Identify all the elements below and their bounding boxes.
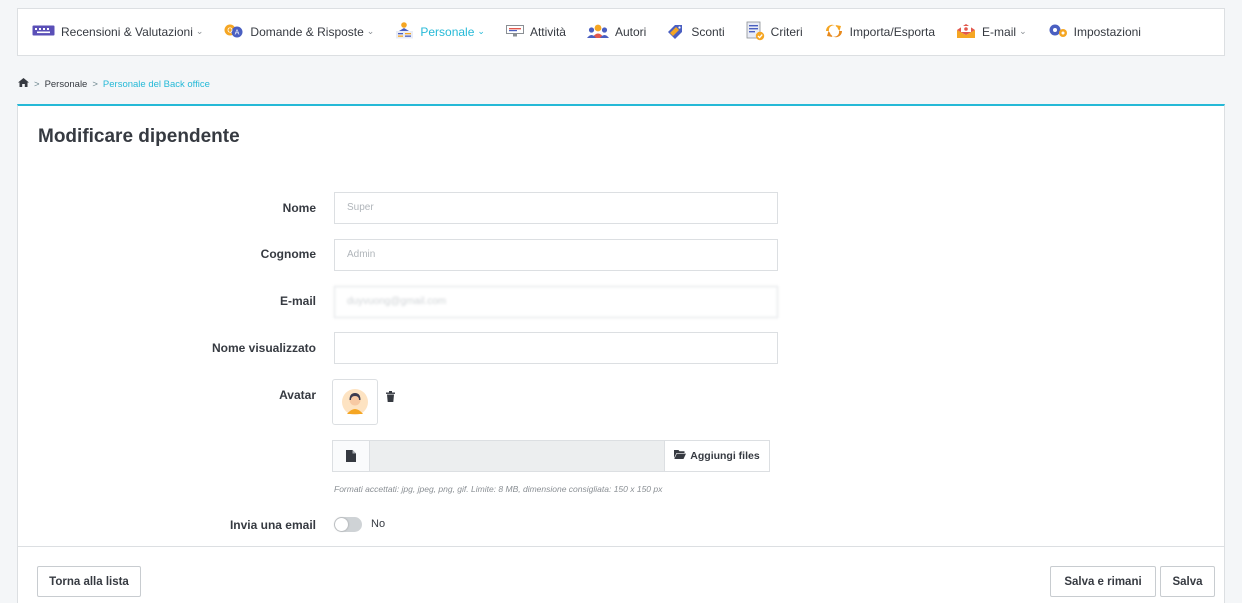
nav-label: Recensioni & Valutazioni bbox=[61, 25, 193, 39]
breadcrumb-separator: > bbox=[34, 78, 40, 90]
chevron-down-icon: ⌄ bbox=[477, 25, 485, 36]
breadcrumb: > Personale > Personale del Back office bbox=[18, 78, 210, 90]
chevron-down-icon: ⌄ bbox=[1019, 25, 1027, 36]
send-email-label: Invia una email bbox=[229, 518, 316, 532]
file-help-text: Formati accettati: jpg, jpeg, png, gif. … bbox=[334, 484, 663, 494]
nav-item-authors[interactable]: Autori bbox=[586, 24, 647, 41]
nav-label: Sconti bbox=[691, 25, 725, 39]
nav-item-email[interactable]: E-mail ⌄ bbox=[956, 23, 1027, 42]
send-email-toggle[interactable] bbox=[334, 517, 362, 532]
chevron-down-icon: ⌄ bbox=[366, 25, 375, 36]
nav-label: Importa/Esporta bbox=[849, 25, 936, 39]
nav-item-activity[interactable]: Attività bbox=[505, 24, 566, 40]
panel-footer-divider bbox=[18, 546, 1224, 547]
back-to-list-button[interactable]: Torna alla lista bbox=[37, 566, 141, 597]
edit-employee-panel: Modificare dipendente Nome Super Cognome… bbox=[17, 104, 1225, 603]
first-name-label: Nome bbox=[282, 201, 316, 215]
nav-label: Domande & Risposte bbox=[250, 25, 364, 39]
nav-item-staff[interactable]: Personale ⌄ bbox=[395, 22, 485, 42]
email-label: E-mail bbox=[279, 294, 316, 308]
add-files-button[interactable]: Aggiungi files bbox=[664, 441, 769, 471]
email-icon bbox=[956, 23, 976, 42]
delete-avatar-icon[interactable] bbox=[386, 391, 395, 405]
first-name-input[interactable]: Super bbox=[334, 192, 778, 224]
nav-item-import-export[interactable]: Importa/Esporta bbox=[824, 24, 935, 41]
nav-item-reviews[interactable]: Recensioni & Valutazioni ⌄ bbox=[32, 25, 203, 39]
settings-icon bbox=[1048, 23, 1068, 41]
last-name-input[interactable]: Admin bbox=[334, 239, 778, 271]
nav-item-settings[interactable]: Impostazioni bbox=[1048, 23, 1141, 41]
nav-label: Attività bbox=[529, 25, 566, 39]
folder-open-icon bbox=[674, 450, 687, 462]
file-name-field[interactable] bbox=[370, 441, 664, 471]
display-name-label: Nome visualizzato bbox=[211, 341, 316, 355]
nav-label: Impostazioni bbox=[1073, 25, 1141, 39]
last-name-label: Cognome bbox=[260, 247, 316, 261]
breadcrumb-link-staff[interactable]: Personale bbox=[45, 79, 88, 90]
display-name-input[interactable] bbox=[334, 332, 778, 364]
save-button[interactable]: Salva bbox=[1160, 566, 1215, 597]
nav-label: E-mail bbox=[982, 25, 1017, 39]
file-icon bbox=[333, 441, 370, 471]
add-files-label: Aggiungi files bbox=[690, 450, 760, 462]
question-answer-icon: QA bbox=[224, 24, 244, 41]
authors-icon bbox=[586, 24, 609, 41]
staff-icon bbox=[395, 22, 414, 42]
nav-label: Autori bbox=[614, 25, 647, 39]
nav-item-criteria[interactable]: Criteri bbox=[746, 21, 803, 44]
import-export-icon bbox=[824, 24, 844, 41]
page-title: Modificare dipendente bbox=[38, 126, 240, 147]
activity-icon bbox=[505, 24, 524, 40]
keyboard-icon bbox=[32, 25, 55, 39]
nav-item-questions[interactable]: QA Domande & Risposte ⌄ bbox=[224, 24, 374, 41]
nav-item-discounts[interactable]: Sconti bbox=[667, 23, 725, 42]
toggle-knob bbox=[335, 518, 348, 531]
chevron-down-icon: ⌄ bbox=[195, 25, 204, 36]
breadcrumb-current[interactable]: Personale del Back office bbox=[103, 79, 210, 90]
top-navbar: Recensioni & Valutazioni ⌄ QA Domande & … bbox=[17, 8, 1225, 56]
avatar-image bbox=[342, 389, 368, 415]
save-and-stay-button[interactable]: Salva e rimani bbox=[1050, 566, 1156, 597]
send-email-state: No bbox=[371, 518, 386, 530]
nav-label: Personale bbox=[420, 25, 475, 39]
home-icon[interactable] bbox=[18, 78, 29, 90]
avatar-preview bbox=[332, 379, 378, 425]
nav-label: Criteri bbox=[770, 25, 803, 39]
criteria-icon bbox=[746, 21, 765, 44]
discount-tag-icon bbox=[667, 23, 685, 42]
email-input[interactable]: duyvuong@gmail.com bbox=[334, 286, 778, 318]
svg-text:A: A bbox=[235, 28, 240, 36]
avatar-label: Avatar bbox=[279, 388, 316, 402]
svg-text:Q: Q bbox=[228, 26, 234, 34]
breadcrumb-separator: > bbox=[92, 78, 98, 90]
avatar-file-upload: Aggiungi files bbox=[332, 440, 770, 472]
